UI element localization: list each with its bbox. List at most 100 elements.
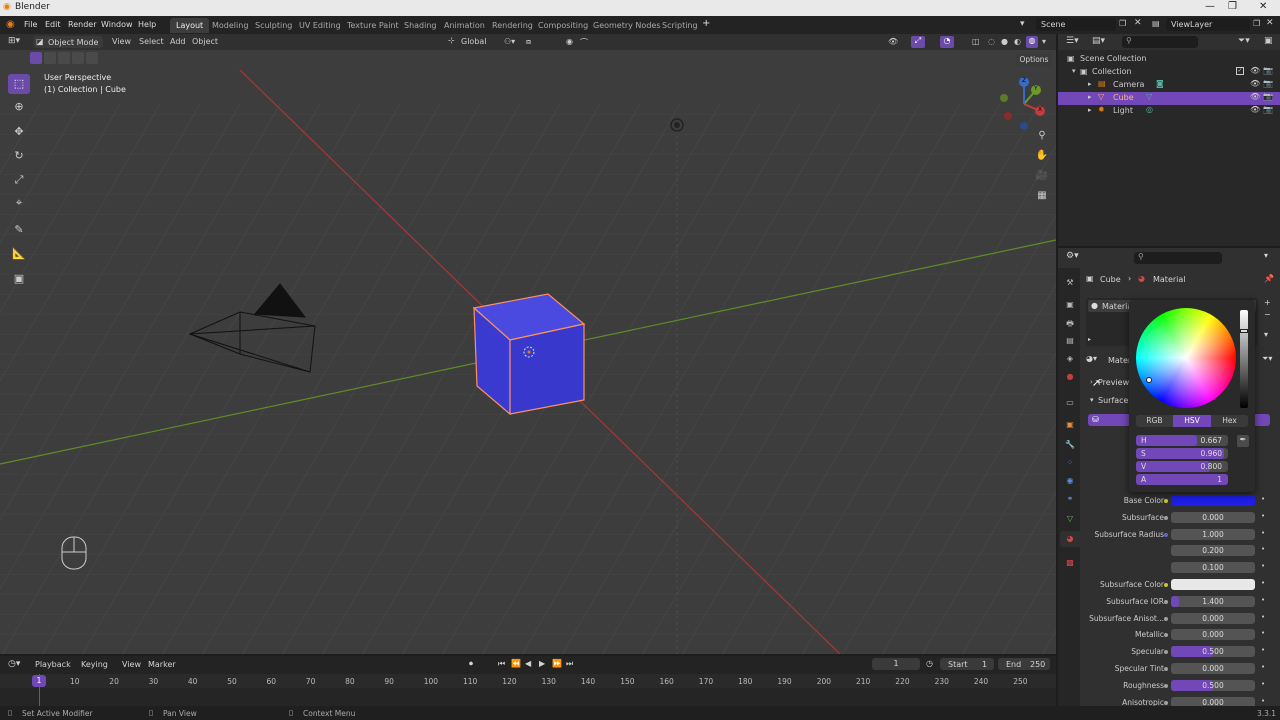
hsv-field-v[interactable]: V 0.800 [1136,461,1228,472]
properties-editor-icon[interactable]: ⚙▾ [1066,251,1079,261]
tab-layout[interactable]: Layout [170,18,210,33]
start-frame-field[interactable]: Start 1 [940,658,994,670]
pivot-icon[interactable]: ⚇▾ [504,37,515,46]
socket-dot-icon[interactable] [1164,583,1168,587]
color-wheel-cursor[interactable] [1145,376,1152,383]
play-reverse-icon[interactable]: ◀ [525,659,531,668]
outliner-item-camera[interactable]: ▸ ▤ Camera ◙ 👁 📷 [1058,79,1280,92]
outliner[interactable]: ☰▾ ▤▾ ⚲ ⏷▾ ▣ ▣ Scene Collection ▾ ▣ Coll… [1058,34,1280,246]
tab-texture-paint[interactable]: Texture Paint [341,18,405,33]
annotate-tool[interactable]: ✎ [8,220,30,240]
xray-icon[interactable]: ◫ [972,37,980,46]
new-view-layer-icon[interactable]: ❐ [1253,19,1260,28]
visibility-eye-icon[interactable]: 👁 [1250,66,1260,75]
add-cube-tool[interactable]: ▣ [8,269,30,289]
param-value-field[interactable]: 0.500 [1171,679,1255,691]
tab-geometry-nodes[interactable]: Geometry Nodes [587,18,666,33]
socket-dot-icon[interactable] [1164,499,1168,503]
particles-tab-icon[interactable]: ⁘ [1064,458,1076,470]
new-collection-icon[interactable]: ▣ [1264,36,1273,46]
keyframe-area[interactable] [0,688,1056,706]
output-tab-icon[interactable]: 🖶 [1064,318,1076,330]
menu-file[interactable]: File [24,20,37,29]
tab-sculpting[interactable]: Sculpting [249,18,298,33]
timeline-editor-icon[interactable]: ◷▾ [8,659,20,669]
close-button[interactable]: ✕ [1259,1,1267,12]
decorator-icon[interactable]: • [1261,629,1265,637]
prev-keyframe-icon[interactable]: ⏪ [511,659,521,668]
select-intersect-icon[interactable] [86,52,98,64]
orthographic-grid-icon[interactable]: ▦ [1034,190,1050,206]
param-value-field[interactable]: 1.000 [1171,528,1255,540]
clock-icon[interactable]: ◷ [926,659,933,668]
add-workspace-button[interactable]: + [702,18,710,29]
value-slider-handle[interactable] [1240,328,1248,333]
rotate-tool[interactable]: ↻ [8,146,30,166]
eyedropper-icon[interactable]: ✒ [1237,435,1249,447]
view-layer-selector[interactable]: ViewLayer [1166,18,1250,31]
socket-dot-icon[interactable] [1164,532,1168,537]
hsv-field-s[interactable]: S 0.960 [1136,448,1228,459]
editor-type-icon[interactable]: ⊞▾ [8,36,20,46]
minimize-button[interactable]: — [1205,1,1215,12]
falloff-icon[interactable]: ⌒ [580,37,588,48]
expand-icon[interactable]: ▸ [1088,106,1092,114]
jump-start-icon[interactable]: ⏮ [498,659,505,669]
socket-dot-icon[interactable] [1164,633,1168,638]
delete-view-layer-icon[interactable]: ✕ [1266,18,1274,28]
select-extend-icon[interactable] [44,52,56,64]
pin-icon[interactable]: 📌 [1264,274,1274,283]
navigation-gizmo[interactable]: X Y Z [996,76,1052,132]
select-box-tool[interactable]: ⬚ [8,74,30,94]
jump-end-icon[interactable]: ⏭ [566,659,573,669]
outliner-item-cube[interactable]: ▸ ▽ Cube ▽ 👁 📷 [1058,92,1280,105]
menu-object[interactable]: Object [192,37,218,46]
world-tab-icon[interactable]: ● [1064,372,1076,384]
material-shading-icon[interactable]: ◐ [1014,37,1021,46]
socket-dot-icon[interactable] [1164,667,1168,671]
current-frame-field[interactable]: 1 [872,658,920,670]
decorator-icon[interactable]: • [1261,697,1265,705]
socket-dot-icon[interactable] [1164,515,1168,520]
expand-icon[interactable]: ▸ [1088,93,1092,101]
tab-animation[interactable]: Animation [438,18,491,33]
select-subtract-icon[interactable] [58,52,70,64]
decorator-icon[interactable]: • [1261,613,1265,621]
hsv-field-h[interactable]: H 0.667 [1136,435,1228,446]
outliner-collection[interactable]: ▾ ▣ Collection ✓ 👁 📷 [1058,66,1280,79]
param-value-field[interactable]: 1.400 [1171,595,1255,607]
param-value-field[interactable]: 0.500 [1171,646,1255,658]
outliner-item-light[interactable]: ▸ ✹ Light ◎ 👁 📷 [1058,105,1280,118]
surface-panel-label[interactable]: Surface [1098,396,1128,405]
menu-playback[interactable]: Playback [35,660,71,669]
select-invert-icon[interactable] [72,52,84,64]
display-mode-icon[interactable]: ▤▾ [1092,36,1105,46]
param-value-field[interactable]: 0.200 [1171,545,1255,557]
color-wheel[interactable] [1136,308,1236,408]
render-camera-icon[interactable]: 📷 [1263,66,1273,75]
menu-timeline-view[interactable]: View [122,660,141,669]
decorator-icon[interactable]: • [1261,495,1265,503]
material-browse-icon[interactable]: ◕▾ [1086,354,1097,363]
render-camera-icon[interactable]: 📷 [1263,105,1273,114]
param-value-field[interactable]: 0.000 [1171,629,1255,641]
exclude-checkbox[interactable]: ✓ [1236,67,1244,75]
object-tab-icon[interactable]: ▣ [1064,420,1076,432]
options-dropdown[interactable]: Options [1016,54,1052,66]
record-icon[interactable]: ⏺ [469,659,473,669]
rendered-shading-icon[interactable]: ◍ [1026,36,1038,48]
mode-tab-hsv[interactable]: HSV [1173,415,1211,427]
color-swatch-field[interactable] [1171,579,1255,590]
outliner-editor-icon[interactable]: ☰▾ [1066,36,1079,46]
render-tab-icon[interactable]: ▣ [1064,300,1076,312]
color-picker-popup[interactable]: RGB HSV Hex ✒ H 0.667 S 0.960 V 0.800 A 1 [1129,300,1255,492]
cursor-tool[interactable]: ⊕ [8,97,30,117]
menu-marker[interactable]: Marker [148,660,176,669]
blender-menu-icon[interactable]: ◉ [6,19,15,30]
socket-dot-icon[interactable] [1164,683,1168,688]
delete-scene-icon[interactable]: ✕ [1134,18,1142,28]
visibility-eye-icon[interactable]: 👁 [1250,92,1260,101]
hsv-field-a[interactable]: A1 [1136,474,1228,485]
socket-dot-icon[interactable] [1164,650,1168,655]
snap-icon[interactable]: ⧈ [526,37,531,47]
